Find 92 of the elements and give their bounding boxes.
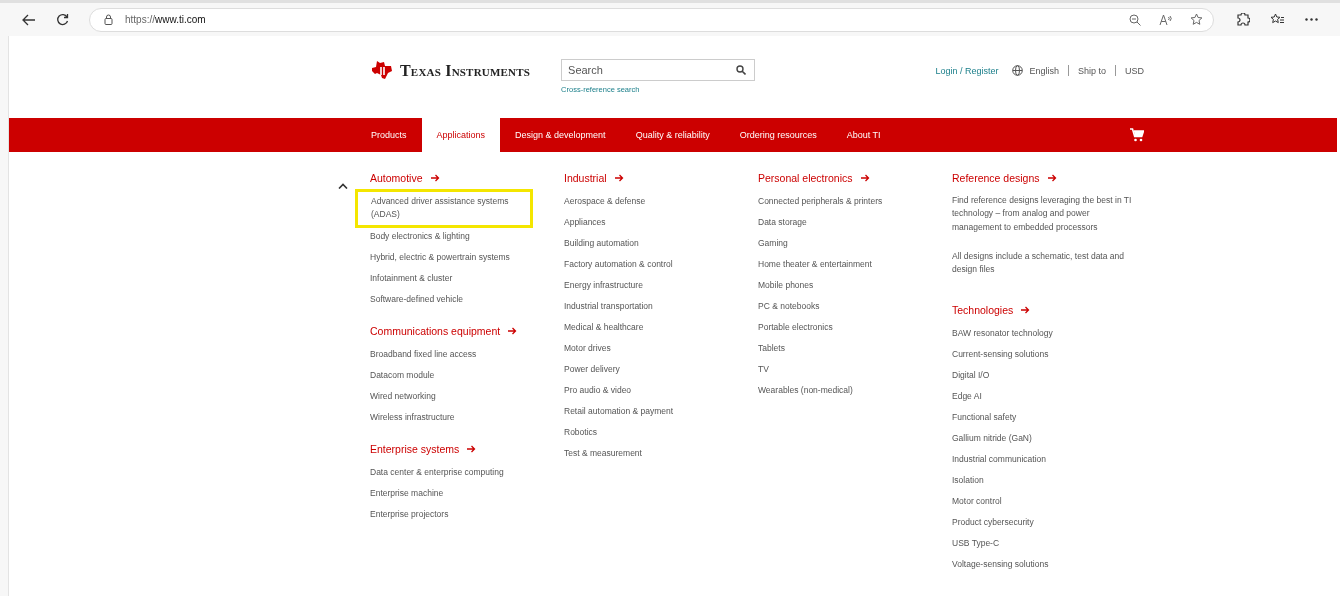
menu-link[interactable]: Power delivery [564,359,734,380]
section-heading-link[interactable]: Communications equipment [370,324,518,338]
menu-link[interactable]: Gallium nitride (GaN) [952,428,1122,450]
section-heading-link[interactable]: Technologies [952,303,1031,318]
menu-link[interactable]: Motor control [952,491,1122,513]
menu-link[interactable]: Edge AI [952,386,1122,408]
menu-link[interactable]: Wired networking [370,386,540,407]
menu-link[interactable]: Industrial communication [952,449,1122,471]
menu-link[interactable]: Factory automation & control [564,254,734,275]
read-aloud-icon[interactable] [1159,13,1172,26]
url-text: https://www.ti.com [125,14,206,25]
menu-link[interactable]: Aerospace & defense [564,191,734,212]
menu-link[interactable]: Tablets [758,338,928,359]
more-icon[interactable] [1305,18,1318,21]
nav-tab[interactable]: Quality & reliability [620,118,725,152]
menu-link[interactable]: Broadband fixed line access [370,344,540,365]
search-icon[interactable] [736,65,747,75]
login-link[interactable]: Login / Register [935,65,999,76]
collapse-chevron-icon[interactable] [338,183,348,189]
menu-link[interactable]: Robotics [564,422,734,443]
language-link[interactable]: English [1029,65,1059,76]
arrow-icon [430,174,440,182]
menu-link[interactable]: Infotainment & cluster [370,268,540,289]
menu-link[interactable]: Building automation [564,233,734,254]
favorites-icon[interactable] [1270,13,1285,26]
star-icon[interactable] [1190,13,1203,26]
menu-link[interactable]: Body electronics & lighting [370,226,540,247]
cart-icon[interactable] [1130,128,1144,142]
menu-link[interactable]: Retail automation & payment [564,401,734,422]
lock-icon [104,14,113,25]
menu-link[interactable]: Industrial transportation [564,296,734,317]
section-heading-link[interactable]: Personal electronics [758,171,870,185]
description-text: All designs include a schematic, test data and design files [952,249,1125,277]
menu-link[interactable]: Wearables (non-medical) [758,380,928,401]
menu-link[interactable]: Current-sensing solutions [952,344,1122,366]
menu-link[interactable]: BAW resonator technology [952,323,1122,345]
nav-tab[interactable]: Products [356,118,422,152]
nav-tab[interactable]: About TI [831,118,896,152]
menu-link[interactable]: Energy infrastructure [564,275,734,296]
menu-link[interactable]: Test & measurement [564,443,734,464]
arrow-icon [614,174,624,182]
currency-link[interactable]: USD [1125,65,1144,76]
address-bar[interactable]: https://www.ti.com [89,7,1214,32]
menu-link[interactable]: USB Type-C [952,533,1122,555]
logo[interactable]: Texas Instruments [370,60,531,82]
menu-link[interactable]: Data storage [758,212,928,233]
logo-text: Texas Instruments [400,62,531,80]
section-heading-link[interactable]: Industrial [564,171,624,185]
ship-to-link[interactable]: Ship to [1077,65,1106,76]
menu-link[interactable]: Enterprise projectors [370,504,540,525]
menu-link[interactable]: TV [758,359,928,380]
menu-link[interactable]: Portable electronics [758,317,928,338]
menu-link[interactable]: Data center & enterprise computing [370,462,540,483]
search-field[interactable]: Search [561,59,756,81]
menu-link[interactable]: Mobile phones [758,275,928,296]
description-text: Find reference designs leveraging the best in TI technology – from analog and power management to embedded processors [952,194,1132,234]
menu-link[interactable]: Isolation [952,470,1122,492]
menu-link[interactable]: Hybrid, electric & powertrain systems [370,247,540,268]
menu-link[interactable]: Digital I/O [952,365,1122,387]
arrow-icon [860,174,870,182]
section-heading-link[interactable]: Enterprise systems [370,442,477,456]
nav-tab[interactable]: Applications [421,118,501,152]
section-heading-link[interactable]: Automotive [370,171,440,185]
menu-link[interactable]: Product cybersecurity [952,512,1122,534]
arrow-icon [467,445,477,453]
menu-link[interactable]: Software-defined vehicle [370,289,540,310]
menu-link[interactable]: Medical & healthcare [564,317,734,338]
extensions-icon[interactable] [1236,12,1250,27]
menu-link[interactable]: Pro audio & video [564,380,734,401]
menu-link[interactable]: Appliances [564,212,734,233]
arrow-icon [1047,174,1057,182]
refresh-icon[interactable] [56,13,69,26]
menu-link[interactable]: Gaming [758,233,928,254]
back-icon[interactable] [22,13,36,26]
menu-link[interactable]: PC & notebooks [758,296,928,317]
menu-link[interactable]: Connected peripherals & printers [758,191,928,212]
menu-link[interactable]: Enterprise machine [370,483,540,504]
nav-tab[interactable]: Ordering resources [724,118,832,152]
zoom-out-icon[interactable] [1129,13,1141,26]
arrow-icon [508,327,518,335]
menu-link[interactable]: Advanced driver assistance systems (ADAS) [357,191,531,226]
menu-link[interactable]: Functional safety [952,407,1122,429]
arrow-icon [1021,306,1031,315]
globe-icon [1012,65,1024,76]
menu-link[interactable]: Motor drives [564,338,734,359]
menu-link[interactable]: Home theater & entertainment [758,254,928,275]
section-heading-link[interactable]: Reference designs [952,171,1057,185]
logo-icon [370,60,394,82]
menu-link[interactable]: Voltage-sensing solutions [952,554,1122,576]
menu-link[interactable]: Datacom module [370,365,540,386]
menu-link[interactable]: Wireless infrastructure [370,407,540,428]
nav-tab[interactable]: Design & development [500,118,621,152]
